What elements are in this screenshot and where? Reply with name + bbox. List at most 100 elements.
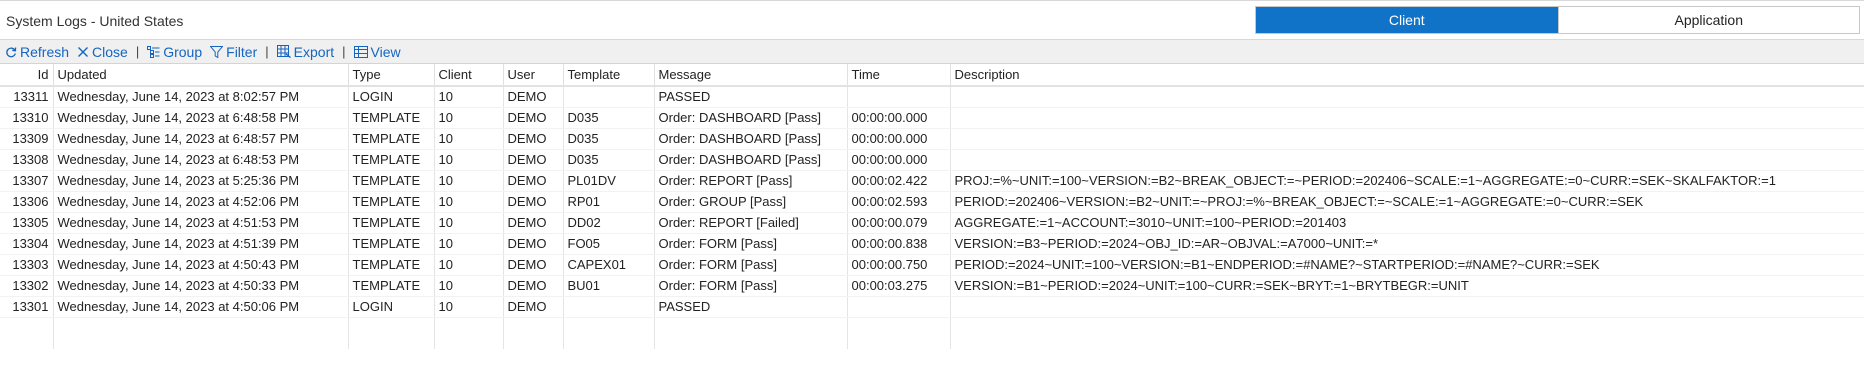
cell-template [563, 296, 655, 318]
cell-description: VERSION:=B1~PERIOD:=2024~UNIT:=100~CURR:… [950, 275, 1864, 297]
cell-id: 13305 [0, 212, 54, 234]
refresh-label: Refresh [20, 43, 70, 60]
table-row[interactable]: 13303 Wednesday, June 14, 2023 at 4:50:43… [0, 254, 1864, 276]
refresh-button[interactable]: Refresh [5, 41, 69, 63]
table-row[interactable]: 13309 Wednesday, June 14, 2023 at 6:48:57… [0, 128, 1864, 150]
cell-time: 00:00:03.275 [847, 275, 951, 297]
table-view-icon [353, 45, 368, 58]
cell-id: 13306 [0, 191, 54, 213]
cell-user: DEMO [503, 191, 564, 213]
group-icon [147, 45, 160, 58]
table-row[interactable]: 13307 Wednesday, June 14, 2023 at 5:25:36… [0, 170, 1864, 192]
column-header[interactable]: Type [348, 64, 435, 87]
table-row[interactable]: 13310 Wednesday, June 14, 2023 at 6:48:58… [0, 107, 1864, 129]
cell-message: Order: REPORT [Failed] [654, 212, 848, 234]
cell-client: 10 [434, 275, 504, 297]
view-button[interactable]: View [353, 41, 401, 63]
table-row[interactable]: 13311 Wednesday, June 14, 2023 at 8:02:57… [0, 86, 1864, 108]
client-tab-button[interactable]: Client [1256, 7, 1558, 33]
cell-id: 13303 [0, 254, 54, 276]
cell-id: 13310 [0, 107, 54, 129]
view-label: View [370, 43, 401, 60]
cell-description: PERIOD:=202406~VERSION:=B2~UNIT:=~PROJ:=… [950, 191, 1864, 213]
cell-time [847, 86, 951, 108]
cell-user: DEMO [503, 170, 564, 192]
cell-type: TEMPLATE [348, 275, 435, 297]
scope-toggle: Client Application [1255, 6, 1860, 34]
cell-template: BU01 [563, 275, 655, 297]
cell-message: Order: REPORT [Pass] [654, 170, 848, 192]
cell-message: PASSED [654, 296, 848, 318]
cell-template: FO05 [563, 233, 655, 255]
cell-description [950, 296, 1864, 318]
column-header[interactable]: Id [0, 64, 54, 87]
cell-time: 00:00:00.000 [847, 107, 951, 129]
group-label: Group [163, 43, 203, 60]
cell-id: 13304 [0, 233, 54, 255]
filter-button[interactable]: Filter [210, 41, 257, 63]
cell-updated: Wednesday, June 14, 2023 at 4:51:39 PM [53, 233, 349, 255]
cell-template: D035 [563, 128, 655, 150]
cell-user: DEMO [503, 275, 564, 297]
cell-time: 00:00:00.000 [847, 149, 951, 171]
table-row[interactable]: 13302 Wednesday, June 14, 2023 at 4:50:33… [0, 275, 1864, 297]
cell-message: Order: GROUP [Pass] [654, 191, 848, 213]
cell-client: 10 [434, 107, 504, 129]
filter-label: Filter [226, 43, 258, 60]
cell-time: 00:00:00.838 [847, 233, 951, 255]
cell-description: VERSION:=B3~PERIOD:=2024~OBJ_ID:=AR~OBJV… [950, 233, 1864, 255]
cell-type: LOGIN [348, 296, 435, 318]
cell-time: 00:00:02.593 [847, 191, 951, 213]
cell-description [950, 86, 1864, 108]
cell-description [950, 128, 1864, 150]
export-button[interactable]: Export [276, 41, 334, 63]
filter-icon [210, 45, 224, 58]
cell-updated: Wednesday, June 14, 2023 at 4:52:06 PM [53, 191, 349, 213]
cell-client: 10 [434, 149, 504, 171]
cell-client: 10 [434, 254, 504, 276]
cell-message: PASSED [654, 86, 848, 108]
column-header[interactable]: Client [434, 64, 504, 87]
column-header[interactable]: Time [847, 64, 951, 87]
toolbar-separator: | [265, 44, 269, 59]
cell-type: TEMPLATE [348, 128, 435, 150]
cell-updated: Wednesday, June 14, 2023 at 6:48:58 PM [53, 107, 349, 129]
table-row[interactable]: 13306 Wednesday, June 14, 2023 at 4:52:06… [0, 191, 1864, 213]
cell-user: DEMO [503, 86, 564, 108]
cell-client: 10 [434, 128, 504, 150]
cell-type: TEMPLATE [348, 212, 435, 234]
cell-id: 13309 [0, 128, 54, 150]
column-header[interactable]: Message [654, 64, 848, 87]
close-icon [78, 46, 89, 57]
cell-type: LOGIN [348, 86, 435, 108]
cell-template: CAPEX01 [563, 254, 655, 276]
refresh-icon [6, 46, 17, 57]
column-header[interactable]: Template [563, 64, 655, 87]
group-button[interactable]: Group [147, 41, 202, 63]
toolbar-separator: | [135, 44, 140, 59]
table-row[interactable]: 13305 Wednesday, June 14, 2023 at 4:51:53… [0, 212, 1864, 234]
cell-template: DD02 [563, 212, 655, 234]
cell-message: Order: DASHBOARD [Pass] [654, 107, 848, 129]
close-button[interactable]: Close [77, 41, 128, 63]
cell-user: DEMO [503, 107, 564, 129]
title-bar: System Logs - United States Client Appli… [0, 0, 1864, 40]
cell-client: 10 [434, 233, 504, 255]
cell-id: 13301 [0, 296, 54, 318]
cell-description [950, 149, 1864, 171]
cell-template [563, 86, 655, 108]
cell-updated: Wednesday, June 14, 2023 at 6:48:53 PM [53, 149, 349, 171]
cell-user: DEMO [503, 212, 564, 234]
table-row[interactable]: 13301 Wednesday, June 14, 2023 at 4:50:06… [0, 296, 1864, 318]
column-header[interactable]: Description [950, 64, 1864, 87]
cell-template: PL01DV [563, 170, 655, 192]
column-header[interactable]: User [503, 64, 564, 87]
cell-client: 10 [434, 86, 504, 108]
cell-updated: Wednesday, June 14, 2023 at 6:48:57 PM [53, 128, 349, 150]
column-header[interactable]: Updated [53, 64, 349, 87]
cell-client: 10 [434, 212, 504, 234]
cell-id: 13307 [0, 170, 54, 192]
table-row[interactable]: 13304 Wednesday, June 14, 2023 at 4:51:39… [0, 233, 1864, 255]
application-tab-button[interactable]: Application [1557, 7, 1859, 33]
table-row[interactable]: 13308 Wednesday, June 14, 2023 at 6:48:53… [0, 149, 1864, 171]
